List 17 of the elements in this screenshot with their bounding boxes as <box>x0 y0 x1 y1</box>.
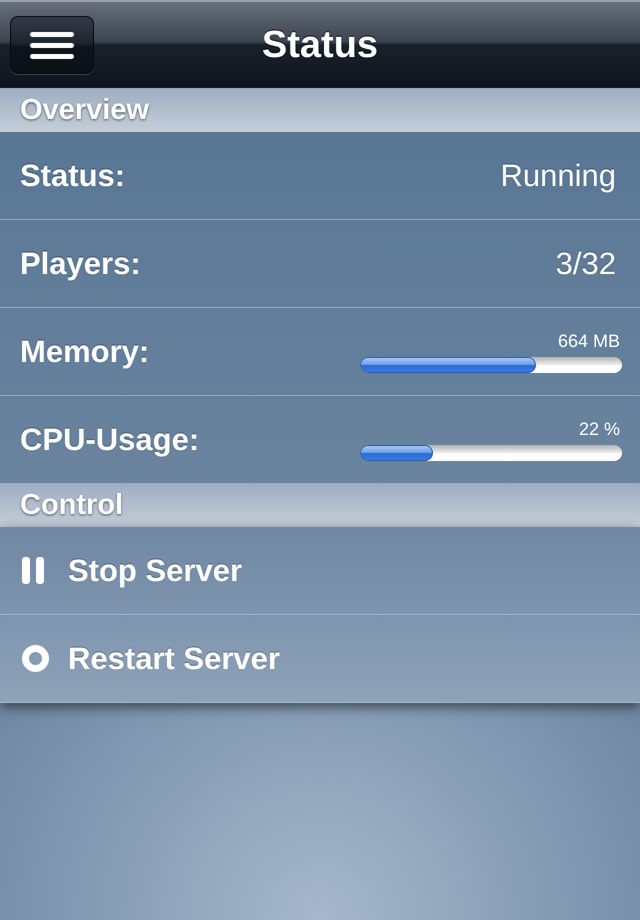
row-label: Status: <box>20 158 126 194</box>
ring-icon <box>22 645 49 672</box>
row-label: Memory: <box>20 334 150 370</box>
meter-reading: 664 MB <box>558 330 620 352</box>
section-header: Overview <box>0 88 640 132</box>
menu-button[interactable] <box>10 16 94 74</box>
row-label: CPU-Usage: <box>20 422 200 458</box>
section-header: Control <box>0 483 640 527</box>
row-value: 3/32 <box>556 246 616 282</box>
row-value: Running <box>500 158 616 194</box>
nav-title: Status <box>262 24 378 66</box>
row-label: Players: <box>20 246 141 282</box>
action-row[interactable]: Stop Server <box>0 527 640 614</box>
meter-reading: 22 % <box>578 418 620 440</box>
menu-icon <box>30 32 74 58</box>
action-row[interactable]: Restart Server <box>0 614 640 702</box>
pause-icon <box>22 557 44 584</box>
